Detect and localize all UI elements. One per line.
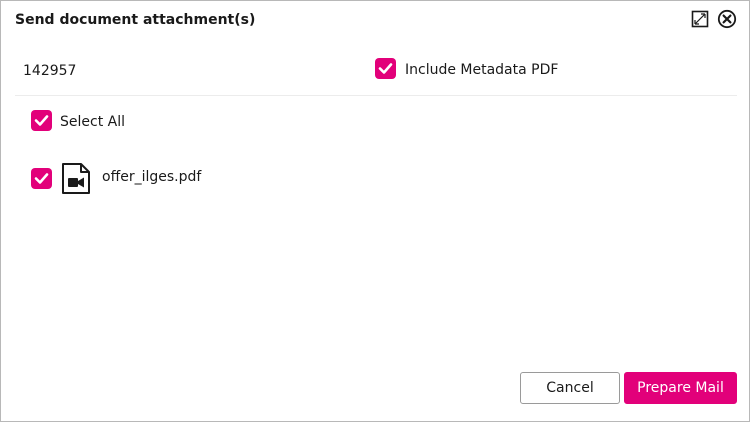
checkmark-icon <box>34 173 49 184</box>
maximize-button[interactable] <box>690 9 710 29</box>
send-attachments-dialog: Send document attachment(s) 142957 Inclu… <box>0 0 750 422</box>
include-metadata-checkbox[interactable] <box>375 58 396 79</box>
close-circle-icon <box>717 9 737 29</box>
checkmark-icon <box>378 63 393 74</box>
document-id: 142957 <box>23 63 77 79</box>
select-all-checkbox[interactable] <box>31 110 52 131</box>
attachment-checkbox[interactable] <box>31 168 52 189</box>
close-button[interactable] <box>717 9 737 29</box>
checkmark-icon <box>34 115 49 126</box>
maximize-icon <box>691 10 709 28</box>
attachment-filename[interactable]: offer_ilges.pdf <box>102 169 201 185</box>
cancel-button[interactable]: Cancel <box>520 372 620 404</box>
select-all-label: Select All <box>60 114 125 130</box>
video-file-icon <box>61 162 91 195</box>
include-metadata-label: Include Metadata PDF <box>405 62 559 78</box>
divider <box>15 95 737 96</box>
prepare-mail-button[interactable]: Prepare Mail <box>624 372 737 404</box>
dialog-title: Send document attachment(s) <box>15 12 256 28</box>
